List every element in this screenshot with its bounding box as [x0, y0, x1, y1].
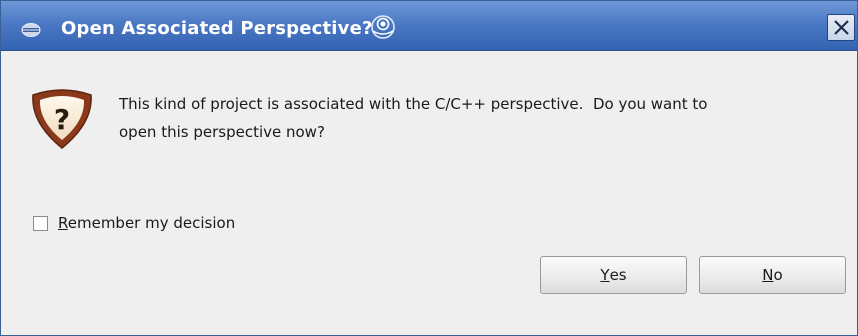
window-title: Open Associated Perspective?	[61, 18, 373, 39]
close-icon	[834, 20, 849, 35]
question-icon: ?	[32, 89, 92, 149]
yes-button[interactable]: Yes	[540, 256, 687, 294]
message-text: This kind of project is associated with …	[119, 90, 819, 146]
title-bar[interactable]: Open Associated Perspective?	[1, 1, 857, 51]
sticky-icon[interactable]	[369, 13, 397, 41]
message-line-2: open this perspective now?	[119, 123, 325, 141]
close-button[interactable]	[827, 14, 855, 41]
eclipse-icon[interactable]	[21, 23, 41, 37]
remember-decision-checkbox[interactable]: Remember my decision	[33, 212, 235, 234]
question-glyph: ?	[54, 103, 70, 136]
no-button[interactable]: No	[699, 256, 846, 294]
remember-decision-label[interactable]: Remember my decision	[58, 214, 235, 232]
message-line-1: This kind of project is associated with …	[119, 95, 708, 113]
dialog-window: Open Associated Perspective? ? This kind…	[0, 0, 858, 336]
checkbox-box[interactable]	[33, 215, 48, 231]
